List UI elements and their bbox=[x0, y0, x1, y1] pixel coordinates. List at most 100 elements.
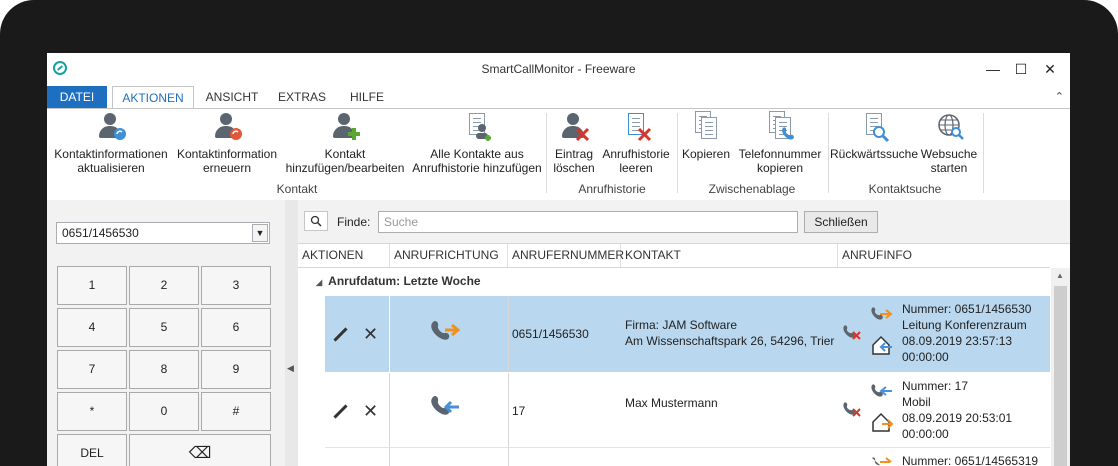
key-1[interactable]: 1 bbox=[57, 266, 127, 305]
group-label-zwischenablage: Zwischenablage bbox=[708, 182, 796, 196]
table-row[interactable]: Nummer: 0651/14565319 bbox=[325, 448, 1050, 466]
key-4[interactable]: 4 bbox=[57, 308, 127, 347]
maximize-button[interactable]: ☐ bbox=[1008, 57, 1034, 81]
delete-icon[interactable]: ✕ bbox=[363, 325, 378, 343]
key-8[interactable]: 8 bbox=[129, 350, 199, 389]
delete-icon[interactable]: ✕ bbox=[363, 402, 378, 420]
group-label-kontakt: Kontakt bbox=[276, 182, 318, 196]
scrollbar-thumb[interactable] bbox=[1054, 286, 1067, 466]
outgoing-call-small-icon bbox=[872, 457, 892, 466]
column-header-anrufrichtung[interactable]: ANRUFRICHTUNG bbox=[390, 244, 508, 267]
clear-history-button[interactable]: Anrufhistorie leeren bbox=[600, 111, 672, 175]
contact-line-1: Firma: JAM Software bbox=[625, 318, 738, 332]
tab-ansicht[interactable]: ANSICHT bbox=[200, 86, 264, 108]
column-divider bbox=[508, 296, 509, 372]
delete-entry-button[interactable]: Eintrag löschen bbox=[550, 111, 598, 175]
collapse-ribbon-icon[interactable]: ⌃ bbox=[1055, 90, 1064, 103]
group-label-kontaktsuche: Kontaktsuche bbox=[868, 182, 942, 196]
column-divider bbox=[389, 373, 390, 447]
add-all-contacts-button[interactable]: Alle Kontakte aus Anrufhistorie hinzufüge… bbox=[409, 111, 545, 175]
call-info-number: Nummer: 17 bbox=[902, 379, 969, 393]
add-all-contacts-icon bbox=[461, 111, 493, 143]
copy-icon bbox=[690, 111, 722, 143]
ribbon-label: hinzufügen/bearbeiten bbox=[285, 161, 405, 175]
collapse-left-icon[interactable]: ◀ bbox=[287, 363, 294, 374]
edit-icon[interactable] bbox=[332, 403, 348, 419]
column-header-anrufernummer[interactable]: ANRUFERNUMMER bbox=[508, 244, 624, 267]
reverse-search-icon bbox=[858, 111, 890, 143]
call-info-duration: 00:00:00 bbox=[902, 350, 949, 364]
key-star[interactable]: * bbox=[57, 392, 127, 431]
ribbon-label: Anrufhistorie bbox=[602, 147, 670, 161]
ribbon-label: erneuern bbox=[202, 161, 252, 175]
key-9[interactable]: 9 bbox=[201, 350, 271, 389]
call-info-number: Nummer: 0651/1456530 bbox=[902, 302, 1032, 316]
home-incoming-icon bbox=[872, 335, 892, 355]
ribbon-label: kopieren bbox=[756, 161, 804, 175]
chevron-down-icon[interactable]: ▼ bbox=[252, 224, 268, 242]
missed-call-icon bbox=[843, 402, 861, 417]
tab-aktionen[interactable]: AKTIONEN bbox=[112, 86, 194, 108]
column-header-anrufinfo[interactable]: ANRUFINFO bbox=[838, 244, 1050, 267]
web-search-button[interactable]: Websuche starten bbox=[919, 111, 979, 175]
minimize-button[interactable]: — bbox=[980, 57, 1006, 81]
group-header-label: Anrufdatum: Letzte Woche bbox=[328, 274, 481, 288]
contact-line-1: Max Mustermann bbox=[625, 396, 718, 410]
call-info: Nummer: 0651/14565319 bbox=[902, 453, 1038, 466]
outgoing-call-icon bbox=[431, 320, 461, 340]
copy-number-button[interactable]: Telefonnummer kopieren bbox=[734, 111, 826, 175]
vertical-scrollbar[interactable]: ▲ bbox=[1051, 268, 1070, 466]
close-search-button[interactable]: Schließen bbox=[804, 211, 878, 233]
find-bar: Finde: Suche Schließen bbox=[298, 200, 1070, 244]
phone-number-combobox[interactable]: 0651/1456530 ▼ bbox=[56, 222, 270, 244]
key-7[interactable]: 7 bbox=[57, 350, 127, 389]
ribbon-label: Telefonnummer bbox=[738, 147, 822, 161]
ribbon-separator bbox=[677, 113, 678, 193]
caller-number: 0651/1456530 bbox=[512, 327, 589, 341]
ribbon-label: starten bbox=[930, 161, 968, 175]
key-hash[interactable]: # bbox=[201, 392, 271, 431]
scroll-up-icon[interactable]: ▲ bbox=[1056, 271, 1064, 280]
key-5[interactable]: 5 bbox=[129, 308, 199, 347]
call-list-panel: Finde: Suche Schließen AKTIONEN ANRUFRIC… bbox=[298, 200, 1070, 466]
key-6[interactable]: 6 bbox=[201, 308, 271, 347]
close-button[interactable]: ✕ bbox=[1037, 57, 1063, 81]
group-label-anrufhistorie: Anrufhistorie bbox=[578, 182, 646, 196]
copy-button[interactable]: Kopieren bbox=[681, 111, 731, 161]
ribbon-label: leeren bbox=[619, 161, 653, 175]
group-header[interactable]: ◢ Anrufdatum: Letzte Woche bbox=[298, 268, 1050, 294]
ribbon-label: aktualisieren bbox=[77, 161, 145, 175]
expand-triangle-icon[interactable]: ◢ bbox=[316, 278, 322, 287]
add-edit-contact-button[interactable]: Kontakt hinzufügen/bearbeiten bbox=[283, 111, 407, 175]
column-header-aktionen[interactable]: AKTIONEN bbox=[298, 244, 390, 267]
table-row[interactable]: ✕ 17 Max Mustermann Nummer: 17 Mobil 08.… bbox=[325, 373, 1050, 448]
ribbon-separator bbox=[983, 113, 984, 193]
key-del[interactable]: DEL bbox=[57, 434, 127, 466]
tab-datei[interactable]: DATEI bbox=[47, 86, 107, 108]
search-input[interactable]: Suche bbox=[378, 211, 798, 233]
app-window: SmartCallMonitor - Freeware — ☐ ✕ DATEI … bbox=[47, 53, 1070, 466]
renew-contact-info-button[interactable]: Kontaktinformation erneuern bbox=[173, 111, 281, 175]
panel-splitter[interactable]: ◀ bbox=[285, 200, 298, 466]
incoming-call-small-icon bbox=[871, 384, 892, 397]
reverse-search-button[interactable]: Rückwärtssuche bbox=[830, 111, 918, 161]
table-row[interactable]: ✕ 0651/1456530 Firma: JAM Software Am Wi… bbox=[325, 296, 1050, 372]
key-0[interactable]: 0 bbox=[129, 392, 199, 431]
column-divider bbox=[389, 448, 390, 466]
phone-number-value: 0651/1456530 bbox=[62, 226, 139, 240]
search-icon[interactable] bbox=[304, 211, 328, 231]
dialer-panel: 0651/1456530 ▼ 1 2 3 4 5 6 7 8 9 * 0 # D… bbox=[47, 200, 285, 466]
update-contact-info-button[interactable]: Kontaktinformationen aktualisieren bbox=[51, 111, 171, 175]
backspace-key[interactable]: ⌫ bbox=[129, 434, 271, 466]
key-3[interactable]: 3 bbox=[201, 266, 271, 305]
tab-extras[interactable]: EXTRAS bbox=[275, 86, 329, 108]
ribbon-separator bbox=[546, 113, 547, 193]
ribbon-tabs: DATEI AKTIONEN ANSICHT EXTRAS HILFE bbox=[47, 86, 1070, 108]
key-2[interactable]: 2 bbox=[129, 266, 199, 305]
ribbon-separator bbox=[828, 113, 829, 193]
table-header: AKTIONEN ANRUFRICHTUNG ANRUFERNUMMER KON… bbox=[298, 244, 1050, 268]
tab-hilfe[interactable]: HILFE bbox=[344, 86, 390, 108]
ribbon: Kontaktinformationen aktualisieren Kontak… bbox=[47, 108, 1070, 201]
edit-icon[interactable] bbox=[332, 326, 348, 342]
column-header-kontakt[interactable]: KONTAKT bbox=[621, 244, 838, 267]
